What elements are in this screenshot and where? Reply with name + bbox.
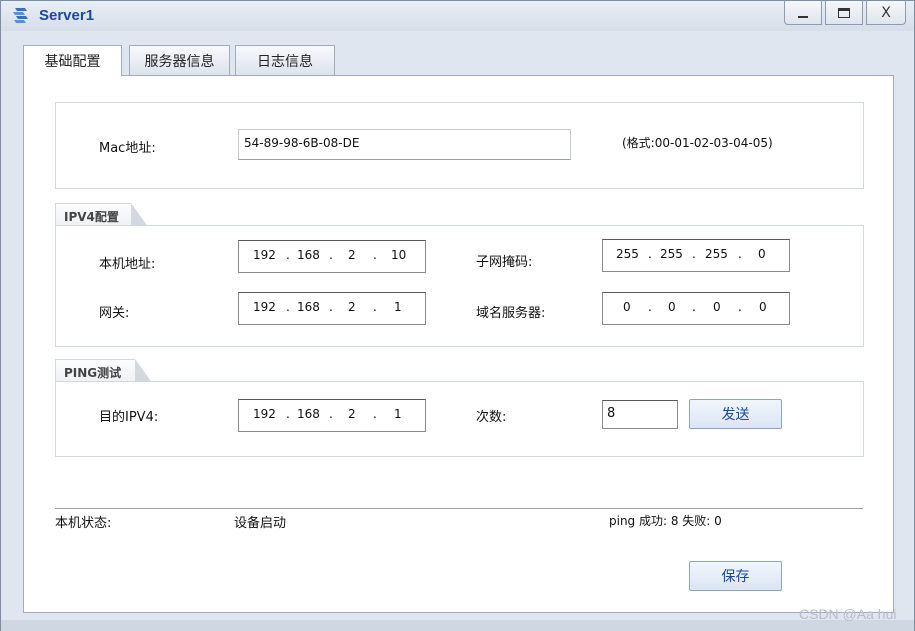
ip-dot: .: [373, 248, 377, 262]
dns-label: 域名服务器:: [476, 306, 546, 321]
server1-window: Server1 X 基础配置 服务器信息 日志信息 Mac地址: 54-89-9…: [0, 0, 915, 631]
gateway-label: 网关:: [99, 306, 130, 321]
minimize-button[interactable]: [784, 1, 822, 25]
gateway-input[interactable]: 192 . 168 . 2 . 1: [238, 292, 426, 325]
ip-octet: 2: [348, 248, 356, 262]
subnet-mask-input[interactable]: 255 . 255 . 255 . 0: [602, 239, 790, 272]
close-icon: X: [881, 4, 891, 21]
ip-dot: .: [692, 247, 696, 261]
ip-dot: .: [373, 300, 377, 314]
mac-input[interactable]: 54-89-98-6B-08-DE: [238, 129, 571, 160]
ip-octet: 255: [616, 247, 639, 261]
ip-octet: 192: [253, 248, 276, 262]
ip-octet: 2: [348, 300, 356, 314]
ip-octet: 1: [394, 407, 402, 421]
ip-octet: 168: [297, 300, 320, 314]
maximize-icon: [838, 7, 850, 18]
mac-format-hint: (格式:00-01-02-03-04-05): [622, 136, 773, 150]
status-label: 本机状态:: [55, 516, 112, 531]
tab-server-info[interactable]: 服务器信息: [129, 45, 230, 75]
basic-config-panel: Mac地址: 54-89-98-6B-08-DE (格式:00-01-02-03…: [23, 75, 894, 613]
mac-label: Mac地址:: [99, 141, 156, 156]
ip-octet: 10: [391, 248, 407, 262]
ip-dot: .: [373, 407, 377, 421]
watermark: CSDN @Aa hui: [799, 606, 897, 622]
dest-ipv4-input[interactable]: 192 . 168 . 2 . 1: [238, 399, 426, 432]
window-bottom-border: [1, 620, 914, 631]
ip-octet: 2: [348, 407, 356, 421]
ip-octet: 0: [668, 300, 676, 314]
ip-dot: .: [738, 300, 742, 314]
ip-dot: .: [329, 407, 333, 421]
tab-log-info[interactable]: 日志信息: [235, 45, 335, 75]
ip-dot: .: [286, 248, 290, 262]
status-divider: [55, 508, 863, 509]
ip-octet: 0: [623, 300, 631, 314]
ip-dot: .: [692, 300, 696, 314]
server-app-icon: [13, 8, 28, 23]
ip-dot: .: [286, 407, 290, 421]
ip-octet: 255: [705, 247, 728, 261]
ip-octet: 1: [394, 300, 402, 314]
ping-count-label: 次数:: [476, 410, 507, 425]
ping-group-title: PING测试: [55, 359, 153, 384]
dest-ipv4-label: 目的IPV4:: [99, 410, 159, 425]
title-bar[interactable]: Server1 X: [1, 1, 914, 31]
ip-dot: .: [286, 300, 290, 314]
dns-input[interactable]: 0 . 0 . 0 . 0: [602, 292, 790, 325]
save-button[interactable]: 保存: [689, 561, 782, 591]
local-address-input[interactable]: 192 . 168 . 2 . 10: [238, 240, 426, 273]
ping-count-input[interactable]: 8: [602, 400, 678, 429]
send-button[interactable]: 发送: [689, 399, 782, 429]
ping-summary: ping 成功: 8 失败: 0: [609, 514, 722, 528]
status-value: 设备启动: [234, 516, 287, 531]
ip-dot: .: [329, 300, 333, 314]
maximize-button[interactable]: [825, 1, 863, 25]
ip-octet: 168: [297, 248, 320, 262]
ip-octet: 192: [253, 300, 276, 314]
ip-dot: .: [648, 247, 652, 261]
ip-dot: .: [648, 300, 652, 314]
ip-octet: 0: [758, 247, 766, 261]
ip-dot: .: [738, 247, 742, 261]
minimize-icon: [798, 15, 808, 18]
ip-octet: 0: [759, 300, 767, 314]
close-button[interactable]: X: [866, 1, 906, 25]
ip-octet: 168: [297, 407, 320, 421]
ipv4-group-title: IPV4配置: [55, 203, 149, 228]
ip-octet: 0: [713, 300, 721, 314]
tab-basic-config[interactable]: 基础配置: [23, 45, 122, 76]
local-address-label: 本机地址:: [99, 257, 156, 272]
window-title: Server1: [39, 7, 95, 24]
ip-octet: 192: [253, 407, 276, 421]
ip-dot: .: [329, 248, 333, 262]
ip-octet: 255: [660, 247, 683, 261]
subnet-mask-label: 子网掩码:: [476, 255, 533, 270]
